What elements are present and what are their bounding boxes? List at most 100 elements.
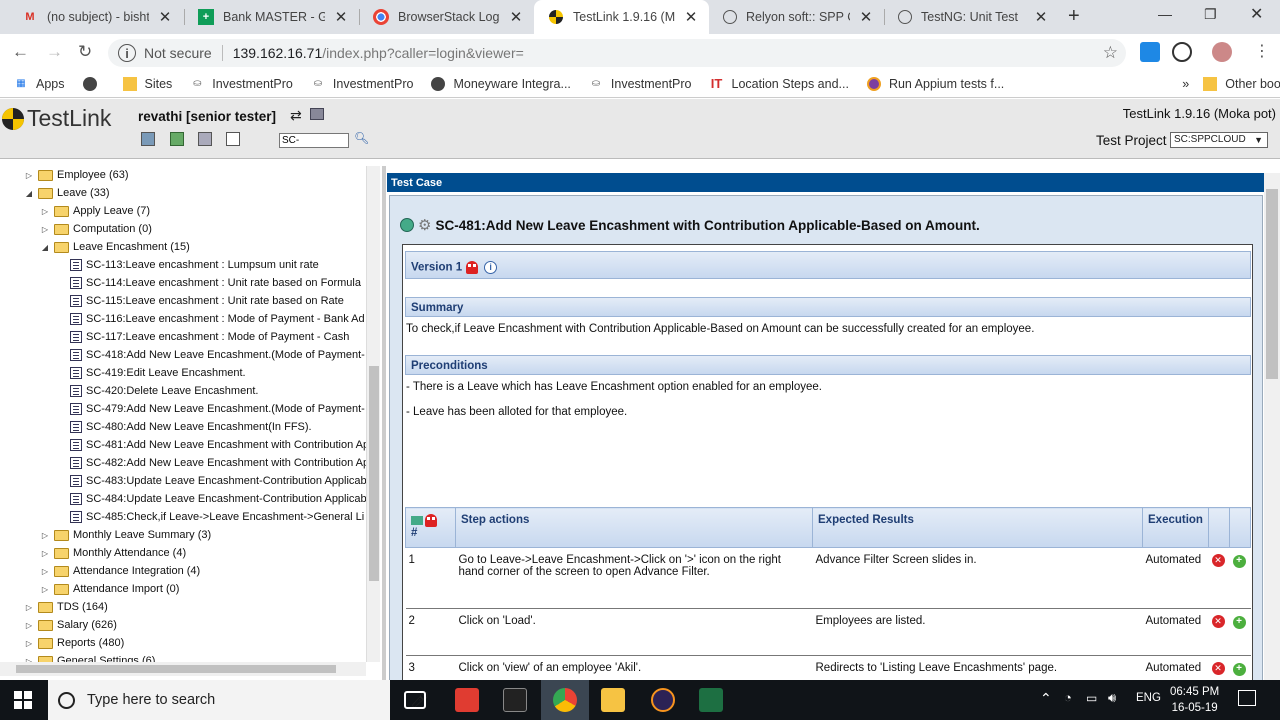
- refresh-icon[interactable]: [400, 218, 414, 232]
- add-step-icon[interactable]: +: [1232, 555, 1246, 568]
- expand-icon[interactable]: ▷: [40, 531, 50, 540]
- new-tab-button[interactable]: +: [1068, 5, 1080, 28]
- bookmark-item[interactable]: [82, 76, 105, 91]
- desktop-icon[interactable]: [141, 132, 155, 146]
- windows-start-button[interactable]: [14, 691, 32, 709]
- task-view-icon[interactable]: [404, 691, 426, 709]
- tree-test-case[interactable]: SC-113:Leave encashment : Lumpsum unit r…: [56, 256, 319, 274]
- wifi-icon[interactable]: ◔: [1064, 690, 1072, 705]
- bookmark-item[interactable]: Sites: [122, 76, 172, 91]
- tree-folder[interactable]: ▷ Monthly Leave Summary (3): [40, 526, 211, 544]
- expand-icon[interactable]: ▷: [40, 585, 50, 594]
- expand-icon[interactable]: ▷: [24, 621, 34, 630]
- print-icon[interactable]: [310, 108, 324, 120]
- tree-test-case[interactable]: SC-481:Add New Leave Encashment with Con…: [56, 436, 366, 454]
- bookmark-item[interactable]: Run Appium tests f...: [866, 76, 1004, 91]
- tree-test-case[interactable]: SC-420:Delete Leave Encashment.: [56, 382, 258, 400]
- move-icon[interactable]: [411, 516, 423, 525]
- tree-test-case[interactable]: SC-485:Check,if Leave->Leave Encashment-…: [56, 508, 364, 526]
- add-step-icon[interactable]: +: [1232, 616, 1246, 629]
- excel-icon[interactable]: [699, 688, 723, 712]
- menu-icon[interactable]: ⋮: [1254, 41, 1270, 61]
- test-project-select[interactable]: SC:SPPCLOUD ▼: [1170, 132, 1268, 148]
- browser-tab[interactable]: M (no subject) - bishtri ✕: [8, 0, 183, 34]
- expand-icon[interactable]: ▷: [24, 639, 34, 648]
- tree-folder[interactable]: ◢ Leave Encashment (15): [40, 238, 190, 256]
- specification-icon[interactable]: [198, 132, 212, 146]
- tree-folder[interactable]: ▷ TDS (164): [24, 598, 108, 616]
- ghost-icon[interactable]: [466, 261, 479, 274]
- bookmark-star-icon[interactable]: ☆: [1103, 43, 1118, 63]
- delete-step-icon[interactable]: ✕: [1211, 554, 1225, 567]
- close-tab-icon[interactable]: ✕: [157, 8, 173, 26]
- bookmarks-overflow[interactable]: »: [1182, 77, 1189, 91]
- browser-tab[interactable]: TestNG: Unit Test ✕: [884, 0, 1059, 34]
- notification-icon[interactable]: [1238, 690, 1256, 706]
- add-step-icon[interactable]: +: [1232, 663, 1246, 676]
- search-icon[interactable]: 🔍︎: [354, 131, 369, 145]
- file-explorer-icon[interactable]: [601, 688, 625, 712]
- ghost-icon[interactable]: [425, 514, 437, 527]
- tree-test-case[interactable]: SC-116:Leave encashment : Mode of Paymen…: [56, 310, 365, 328]
- browser-tab[interactable]: BrowserStack Login | ✕: [359, 0, 534, 34]
- expand-icon[interactable]: ▷: [40, 207, 50, 216]
- wordpress-icon[interactable]: [1172, 42, 1192, 62]
- avatar[interactable]: [1212, 42, 1232, 62]
- volume-icon[interactable]: 🔊︎: [1108, 690, 1116, 706]
- tree-test-case[interactable]: SC-483:Update Leave Encashment-Contribut…: [56, 472, 366, 490]
- pane-divider[interactable]: [382, 166, 386, 680]
- tree-vertical-scrollbar[interactable]: [366, 166, 380, 662]
- anydesk-icon[interactable]: [455, 688, 479, 712]
- expand-icon[interactable]: ▷: [24, 171, 34, 180]
- eclipse-icon[interactable]: [651, 688, 675, 712]
- expand-icon[interactable]: ▷: [40, 225, 50, 234]
- bookmark-item[interactable]: Moneyware Integra...: [431, 76, 571, 91]
- bookmark-item[interactable]: ⛀ InvestmentPro: [589, 77, 692, 91]
- testlink-logo[interactable]: TestLink: [2, 105, 111, 132]
- close-tab-icon[interactable]: ✕: [508, 8, 524, 26]
- bookmark-item[interactable]: IT Location Steps and...: [710, 76, 849, 91]
- language-indicator[interactable]: ENG: [1136, 692, 1161, 704]
- expand-icon[interactable]: ▷: [40, 567, 50, 576]
- delete-step-icon[interactable]: ✕: [1211, 615, 1225, 628]
- bookmark-item[interactable]: ▦ Apps: [14, 77, 64, 91]
- browser-tab[interactable]: + Bank MASTER - Goog ✕: [184, 0, 359, 34]
- testcase-search-input[interactable]: [279, 133, 349, 148]
- execute-icon[interactable]: [226, 132, 240, 146]
- restore-button[interactable]: ❐: [1204, 6, 1217, 23]
- back-icon[interactable]: ←: [12, 42, 29, 62]
- tree-folder[interactable]: ▷ Apply Leave (7): [40, 202, 150, 220]
- gear-icon[interactable]: ⚙: [418, 216, 431, 234]
- logout-icon[interactable]: ⇄: [290, 107, 302, 124]
- close-tab-icon[interactable]: ✕: [683, 8, 699, 26]
- close-tab-icon[interactable]: ✕: [858, 8, 874, 26]
- tree-test-case[interactable]: SC-484:Update Leave Encashment-Contribut…: [56, 490, 366, 508]
- chevron-up-icon[interactable]: ⌃: [1040, 690, 1052, 707]
- tree-test-case[interactable]: SC-115:Leave encashment : Unit rate base…: [56, 292, 344, 310]
- chrome-icon[interactable]: [553, 688, 577, 712]
- test-spec-tree[interactable]: ▷ Employee (63) ◢ Leave (33) ▷ Apply Leave (7…: [0, 166, 366, 662]
- delete-step-icon[interactable]: ✕: [1211, 662, 1225, 675]
- info-icon[interactable]: i: [484, 261, 498, 274]
- browser-tab[interactable]: Relyon soft:: SPP Clo ✕: [709, 0, 884, 34]
- content-scrollbar[interactable]: [1264, 173, 1280, 680]
- tree-test-case[interactable]: SC-482:Add New Leave Encashment with Con…: [56, 454, 366, 472]
- terminal-icon[interactable]: [503, 688, 527, 712]
- tree-test-case[interactable]: SC-479:Add New Leave Encashment.(Mode of…: [56, 400, 365, 418]
- taskbar-search[interactable]: Type here to search 🎤︎: [48, 680, 430, 720]
- tree-folder[interactable]: ▷ Attendance Integration (4): [40, 562, 200, 580]
- minimize-button[interactable]: —: [1158, 6, 1172, 22]
- extension-icon[interactable]: [1140, 42, 1160, 62]
- tree-folder[interactable]: ▷ Monthly Attendance (4): [40, 544, 186, 562]
- tree-folder[interactable]: ◢ Leave (33): [24, 184, 110, 202]
- tree-folder[interactable]: ▷ Salary (626): [24, 616, 117, 634]
- close-tab-icon[interactable]: ✕: [333, 8, 349, 26]
- tree-folder[interactable]: ▷ Attendance Import (0): [40, 580, 179, 598]
- bookmark-item[interactable]: ⛀ InvestmentPro: [190, 77, 293, 91]
- forward-icon[interactable]: →: [46, 42, 63, 62]
- tree-test-case[interactable]: SC-419:Edit Leave Encashment.: [56, 364, 246, 382]
- bookmark-item[interactable]: ⛀ InvestmentPro: [311, 77, 414, 91]
- tree-test-case[interactable]: SC-117:Leave encashment : Mode of Paymen…: [56, 328, 349, 346]
- tree-test-case[interactable]: SC-480:Add New Leave Encashment(In FFS).: [56, 418, 312, 436]
- expand-icon[interactable]: ▷: [40, 549, 50, 558]
